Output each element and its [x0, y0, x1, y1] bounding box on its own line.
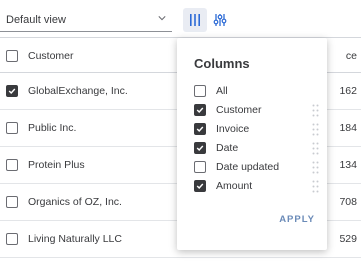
row-checkbox[interactable] [6, 122, 18, 134]
check-icon [196, 107, 204, 114]
drag-handle-icon[interactable] [312, 180, 319, 193]
column-option-label: Customer [216, 104, 262, 116]
row-checkbox[interactable] [6, 233, 18, 245]
customer-cell: Living Naturally LLC [28, 233, 122, 245]
amount-column-header[interactable]: ce [346, 38, 357, 74]
column-checkbox[interactable] [194, 104, 206, 116]
columns-popover: Columns All Customer Invoice Date Date u… [177, 38, 327, 250]
invoice-table-screen: Default view Customer ce GlobalExchange,… [0, 0, 361, 269]
column-option-amount[interactable]: Amount [194, 177, 324, 196]
customer-cell: Organics of OZ, Inc. [28, 196, 122, 208]
row-checkbox[interactable] [6, 196, 18, 208]
amount-cell: 162 [339, 85, 357, 97]
column-checkbox[interactable] [194, 142, 206, 154]
customer-cell: GlobalExchange, Inc. [28, 85, 128, 97]
drag-handle-icon[interactable] [312, 142, 319, 155]
columns-popover-title: Columns [194, 56, 250, 71]
drag-handle-icon[interactable] [312, 161, 319, 174]
drag-handle-icon[interactable] [312, 104, 319, 117]
amount-cell: 184 [339, 122, 357, 134]
check-icon [196, 126, 204, 133]
chevron-down-icon [158, 16, 166, 21]
column-checkbox[interactable] [194, 123, 206, 135]
customer-column-header[interactable]: Customer [28, 38, 74, 74]
customer-cell: Public Inc. [28, 122, 77, 134]
select-all-checkbox[interactable] [6, 50, 18, 62]
view-select[interactable]: Default view [0, 8, 172, 32]
column-option-date-updated[interactable]: Date updated [194, 158, 324, 177]
column-checkbox[interactable] [194, 180, 206, 192]
drag-handle-icon[interactable] [312, 123, 319, 136]
customer-cell: Protein Plus [28, 159, 85, 171]
amount-cell: 708 [339, 196, 357, 208]
column-checkbox[interactable] [194, 85, 206, 97]
row-checkbox[interactable] [6, 85, 18, 97]
column-checkbox[interactable] [194, 161, 206, 173]
column-option-label: Invoice [216, 123, 250, 135]
check-icon [196, 183, 204, 190]
sliders-icon [213, 14, 227, 26]
view-select-value: Default view [6, 14, 66, 26]
check-icon [196, 145, 204, 152]
column-option-label: Date updated [216, 161, 280, 173]
amount-cell: 134 [339, 159, 357, 171]
column-option-invoice[interactable]: Invoice [194, 120, 324, 139]
column-option-date[interactable]: Date [194, 139, 324, 158]
columns-icon [190, 14, 200, 26]
row-checkbox[interactable] [6, 159, 18, 171]
amount-cell: 529 [339, 233, 357, 245]
columns-button[interactable] [183, 8, 207, 32]
column-option-label: All [216, 85, 228, 97]
column-option-customer[interactable]: Customer [194, 101, 324, 120]
column-option-label: Amount [216, 180, 253, 192]
column-option-all[interactable]: All [194, 82, 324, 101]
settings-button[interactable] [208, 8, 232, 32]
apply-button[interactable]: APPLY [279, 214, 315, 225]
check-icon [8, 88, 16, 95]
column-option-label: Date [216, 142, 239, 154]
